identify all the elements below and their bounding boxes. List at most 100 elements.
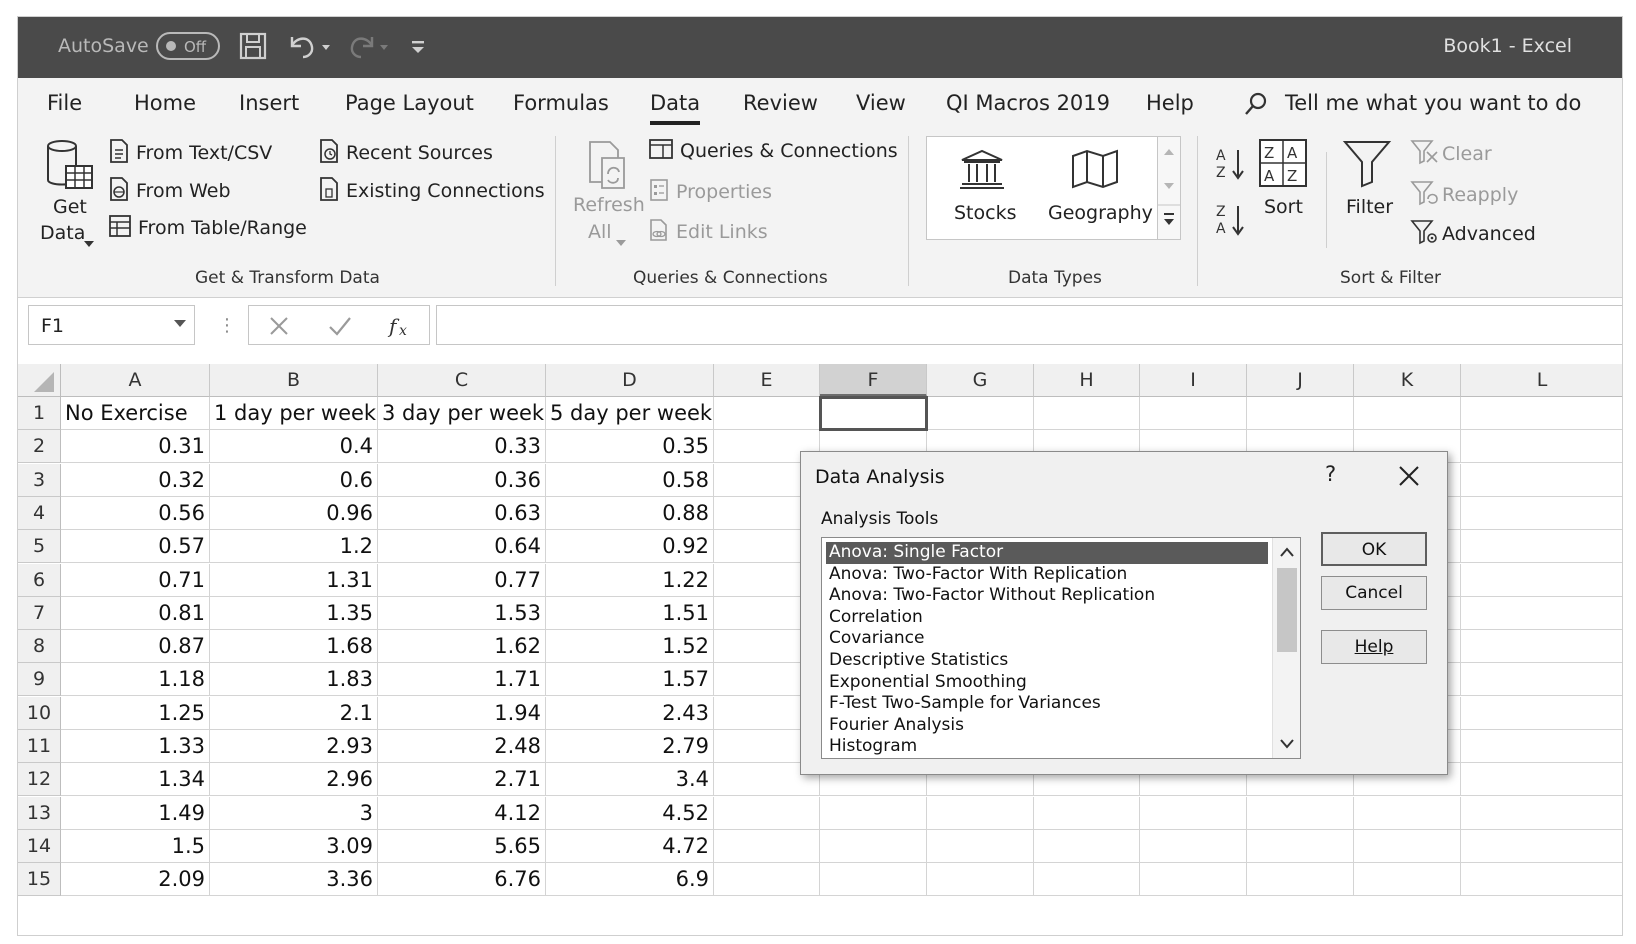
insert-function-icon[interactable]: fx (387, 312, 417, 344)
cell-l6[interactable] (1461, 564, 1622, 597)
clear-filter-button[interactable]: Clear (1410, 138, 1492, 171)
cell-k14[interactable] (1354, 829, 1461, 863)
cell-d11[interactable]: 2.79 (546, 730, 714, 763)
cell-b12[interactable]: 2.96 (210, 763, 378, 797)
cell-d3[interactable]: 0.58 (546, 463, 714, 497)
cell-c1[interactable]: 3 day per week (378, 397, 546, 430)
cell-a4[interactable]: 0.56 (61, 496, 210, 530)
cell-d7[interactable]: 1.51 (546, 596, 714, 630)
cell-d8[interactable]: 1.52 (546, 630, 714, 664)
cell-l12[interactable] (1461, 763, 1622, 797)
cell-d9[interactable]: 1.57 (546, 663, 714, 697)
list-item[interactable]: F-Test Two-Sample for Variances (826, 693, 1268, 715)
cell-h1[interactable] (1034, 397, 1140, 430)
cell-l1[interactable] (1461, 397, 1622, 430)
column-header-j[interactable]: J (1247, 364, 1354, 397)
cancel-button[interactable]: Cancel (1321, 576, 1427, 610)
cell-c7[interactable]: 1.53 (378, 596, 546, 630)
filter-icon[interactable] (1342, 138, 1392, 193)
queries-connections-button[interactable]: Queries & Connections (648, 138, 898, 165)
cell-b5[interactable]: 1.2 (210, 530, 378, 564)
cell-g1[interactable] (927, 397, 1034, 430)
formula-bar-handle[interactable]: ⋮ (218, 315, 236, 336)
cell-b1[interactable]: 1 day per week (210, 397, 378, 430)
cell-a12[interactable]: 1.34 (61, 763, 210, 797)
enter-check-icon[interactable] (327, 314, 353, 342)
cell-c4[interactable]: 0.63 (378, 496, 546, 530)
tab-file[interactable]: File (47, 91, 82, 115)
sort-label[interactable]: Sort (1264, 196, 1303, 218)
list-scrollbar[interactable] (1272, 538, 1300, 758)
cell-c8[interactable]: 1.62 (378, 630, 546, 664)
column-header-g[interactable]: G (927, 364, 1034, 397)
cell-a1[interactable]: No Exercise (61, 397, 210, 430)
close-icon[interactable] (1397, 464, 1421, 492)
cell-j1[interactable] (1247, 397, 1354, 430)
cell-c11[interactable]: 2.48 (378, 730, 546, 763)
cell-l3[interactable] (1461, 464, 1622, 497)
tab-home[interactable]: Home (134, 91, 196, 115)
cell-g15[interactable] (927, 863, 1034, 897)
refresh-all-icon[interactable] (584, 138, 634, 195)
edit-links-button[interactable]: Edit Links (648, 218, 768, 247)
cell-a9[interactable]: 1.18 (61, 663, 210, 697)
cell-a5[interactable]: 0.57 (61, 530, 210, 564)
cell-b9[interactable]: 1.83 (210, 663, 378, 697)
row-header[interactable]: 10 (18, 696, 61, 730)
cell-a2[interactable]: 0.31 (61, 430, 210, 464)
recent-sources-button[interactable]: Recent Sources (318, 138, 493, 169)
cancel-entry-icon[interactable] (267, 314, 291, 342)
cell-e15[interactable] (714, 863, 820, 897)
cell-c15[interactable]: 6.76 (378, 863, 546, 897)
get-data-icon[interactable] (44, 138, 94, 192)
search-icon[interactable] (1242, 90, 1270, 122)
cell-f1[interactable] (820, 397, 927, 430)
cell-a11[interactable]: 1.33 (61, 730, 210, 763)
from-web-button[interactable]: From Web (108, 176, 231, 207)
cell-b2[interactable]: 0.4 (210, 430, 378, 464)
refresh-all-label-2[interactable]: All (588, 221, 612, 243)
cell-k15[interactable] (1354, 863, 1461, 897)
ok-button[interactable]: OK (1321, 532, 1427, 566)
list-item[interactable]: Exponential Smoothing (826, 672, 1268, 694)
list-item[interactable]: Histogram (826, 736, 1268, 758)
tab-help[interactable]: Help (1146, 91, 1194, 115)
cell-g13[interactable] (927, 796, 1034, 830)
cell-d13[interactable]: 4.52 (546, 796, 714, 830)
row-header[interactable]: 12 (18, 763, 61, 797)
cell-b7[interactable]: 1.35 (210, 596, 378, 630)
cell-a3[interactable]: 0.32 (61, 463, 210, 497)
cell-c9[interactable]: 1.71 (378, 663, 546, 697)
cell-l9[interactable] (1461, 663, 1622, 697)
list-item[interactable]: Covariance (826, 628, 1268, 650)
cell-d5[interactable]: 0.92 (546, 530, 714, 564)
cell-h15[interactable] (1034, 863, 1140, 897)
sort-dialog-icon[interactable]: ZAAZ (1258, 138, 1308, 193)
cell-j14[interactable] (1247, 829, 1354, 863)
cell-l10[interactable] (1461, 697, 1622, 730)
cell-d14[interactable]: 4.72 (546, 829, 714, 863)
column-header-h[interactable]: H (1034, 364, 1140, 397)
cell-j15[interactable] (1247, 863, 1354, 897)
list-item[interactable]: Fourier Analysis (826, 715, 1268, 737)
cell-a6[interactable]: 0.71 (61, 563, 210, 597)
column-header-e[interactable]: E (714, 364, 820, 397)
cell-j13[interactable] (1247, 796, 1354, 830)
cell-b10[interactable]: 2.1 (210, 696, 378, 730)
cell-a14[interactable]: 1.5 (61, 829, 210, 863)
refresh-all-label-1[interactable]: Refresh (573, 194, 645, 216)
refresh-dropdown-icon[interactable] (616, 230, 626, 252)
row-header[interactable]: 14 (18, 829, 61, 863)
tab-view[interactable]: View (856, 91, 906, 115)
get-data-label-2[interactable]: Data (40, 222, 85, 244)
column-header-d[interactable]: D (546, 364, 714, 397)
row-header[interactable]: 5 (18, 530, 61, 564)
cell-b4[interactable]: 0.96 (210, 496, 378, 530)
cell-f15[interactable] (820, 863, 927, 897)
chevron-down-icon[interactable] (1279, 736, 1295, 755)
stocks-label[interactable]: Stocks (954, 202, 1016, 224)
cell-c3[interactable]: 0.36 (378, 463, 546, 497)
redo-icon[interactable] (346, 31, 394, 63)
get-data-dropdown-icon[interactable] (84, 231, 94, 253)
reapply-button[interactable]: Reapply (1410, 179, 1518, 212)
